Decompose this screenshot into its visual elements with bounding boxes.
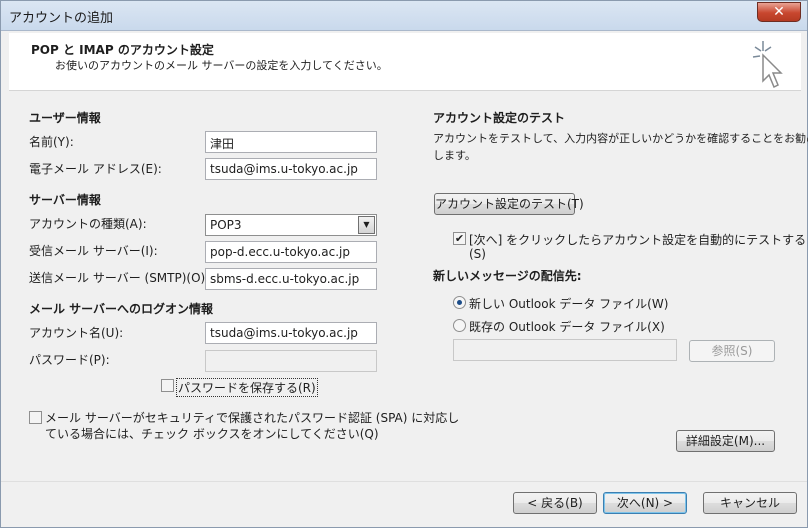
back-button[interactable]: < 戻る(B) (513, 492, 597, 514)
incoming-server-input[interactable]: pop-d.ecc.u-tokyo.ac.jp (205, 241, 377, 263)
new-data-file-label[interactable]: 新しい Outlook データ ファイル(W) (469, 295, 668, 312)
password-label: パスワード(P): (29, 353, 110, 367)
dropdown-arrow-icon[interactable]: ▼ (358, 216, 375, 234)
outgoing-server-input[interactable]: sbms-d.ecc.u-tokyo.ac.jp (205, 268, 377, 290)
delivery-heading: 新しいメッセージの配信先: (433, 269, 582, 283)
test-description-line1: アカウントをテストして、入力内容が正しいかどうかを確認することをお勧め (433, 132, 808, 145)
page-subtitle: お使いのアカウントのメール サーバーの設定を入力してください。 (55, 59, 388, 72)
next-button[interactable]: 次へ(N) > (603, 492, 687, 514)
password-input[interactable] (205, 350, 377, 372)
new-data-file-radio[interactable] (453, 296, 466, 309)
name-input[interactable]: 津田 (205, 131, 377, 153)
auto-test-label-line1[interactable]: [次へ] をクリックしたらアカウント設定を自動的にテストする (469, 231, 806, 248)
auto-test-label-line2[interactable]: (S) (469, 247, 486, 261)
remember-password-checkbox[interactable] (161, 379, 174, 392)
incoming-server-label: 受信メール サーバー(I): (29, 244, 158, 258)
settings-content: ユーザー情報 名前(Y): 津田 電子メール アドレス(E): tsuda@im… (9, 92, 808, 480)
cursor-sparkle-icon (752, 41, 783, 89)
email-label: 電子メール アドレス(E): (29, 162, 162, 176)
close-button[interactable]: ✕ (757, 2, 801, 22)
name-label: 名前(Y): (29, 135, 74, 149)
server-info-heading: サーバー情報 (29, 193, 101, 207)
account-type-label: アカウントの種類(A): (29, 217, 147, 231)
test-account-settings-button[interactable]: アカウント設定のテスト(T) (434, 193, 584, 215)
outgoing-server-label: 送信メール サーバー (SMTP)(O): (29, 271, 210, 285)
close-icon: ✕ (773, 4, 785, 20)
checkmark-icon: ✔ (454, 232, 465, 245)
spa-label-line2[interactable]: ている場合には、チェック ボックスをオンにしてください(Q) (45, 425, 379, 442)
test-description-line2: します。 (433, 149, 476, 162)
email-input[interactable]: tsuda@ims.u-tokyo.ac.jp (205, 158, 377, 180)
account-type-select[interactable]: POP3 ▼ (205, 214, 377, 236)
existing-data-file-radio[interactable] (453, 319, 466, 332)
remember-password-label[interactable]: パスワードを保存する(R) (176, 378, 318, 397)
browse-button[interactable]: 参照(S) (689, 340, 775, 362)
existing-data-file-input[interactable] (453, 339, 677, 361)
logon-info-heading: メール サーバーへのログオン情報 (29, 302, 214, 316)
spa-label-line1[interactable]: メール サーバーがセキュリティで保護されたパスワード認証 (SPA) に対応し (45, 409, 459, 426)
header-panel: POP と IMAP のアカウント設定 お使いのアカウントのメール サーバーの設… (9, 33, 801, 91)
existing-data-file-label[interactable]: 既存の Outlook データ ファイル(X) (469, 318, 665, 335)
add-account-dialog: アカウントの追加 ✕ POP と IMAP のアカウント設定 お使いのアカウント… (0, 0, 808, 528)
account-name-label: アカウント名(U): (29, 326, 124, 340)
account-name-input[interactable]: tsuda@ims.u-tokyo.ac.jp (205, 322, 377, 344)
auto-test-checkbox[interactable]: ✔ (453, 232, 466, 245)
user-info-heading: ユーザー情報 (29, 111, 101, 125)
footer-bar: < 戻る(B) 次へ(N) > キャンセル (1, 481, 807, 527)
title-bar: アカウントの追加 ✕ (1, 1, 807, 31)
test-heading: アカウント設定のテスト (433, 111, 566, 125)
spa-checkbox[interactable] (29, 411, 42, 424)
more-settings-button[interactable]: 詳細設定(M)... (676, 430, 775, 452)
cancel-button[interactable]: キャンセル (703, 492, 797, 514)
window-title: アカウントの追加 (9, 11, 114, 26)
account-type-value: POP3 (210, 218, 242, 232)
page-title: POP と IMAP のアカウント設定 (31, 43, 214, 57)
